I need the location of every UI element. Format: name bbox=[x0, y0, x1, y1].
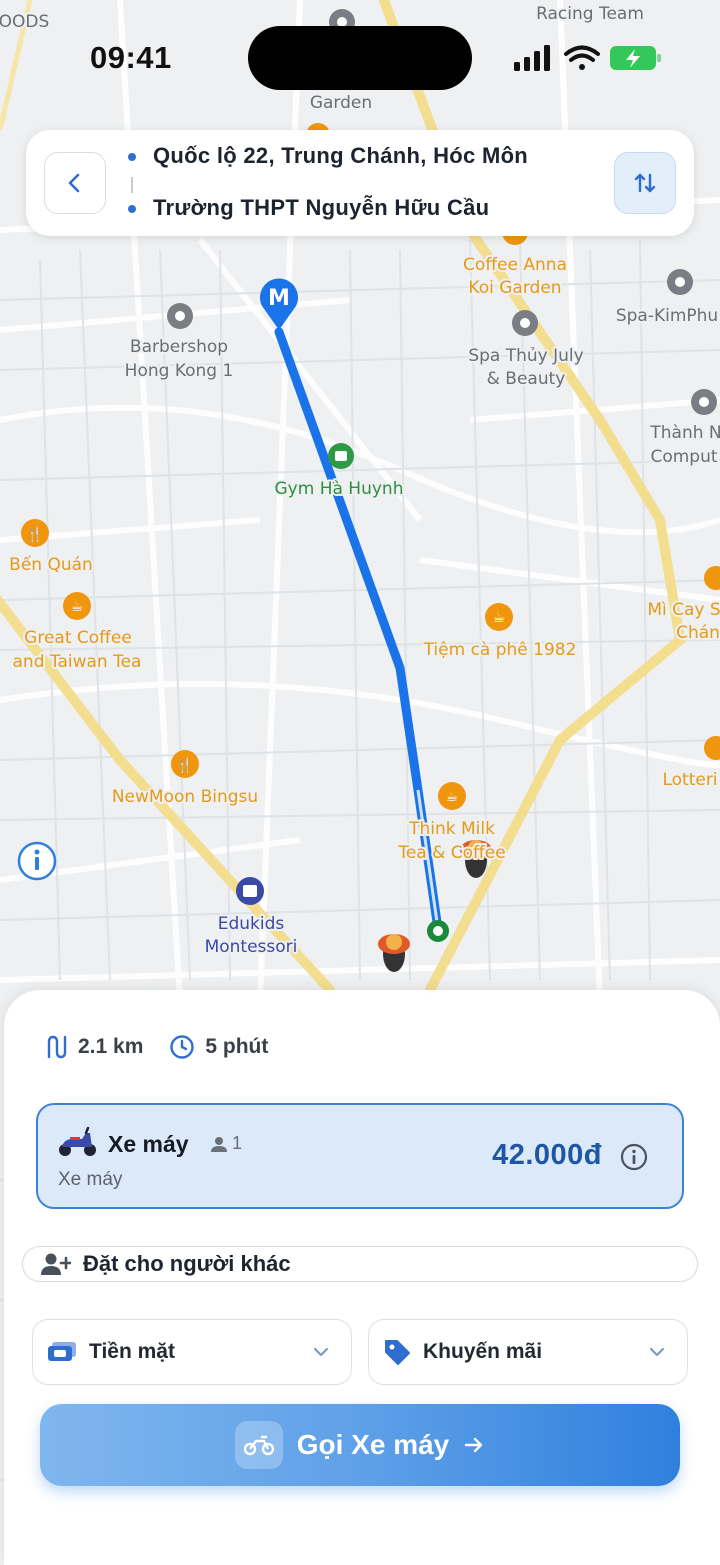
tag-icon bbox=[385, 1340, 410, 1365]
map-label: Mì Cay S bbox=[647, 600, 720, 620]
map-label: OODS bbox=[0, 12, 49, 32]
map-label: Garden bbox=[310, 93, 372, 113]
map-label: Spa-KimPhu bbox=[616, 306, 718, 326]
vehicle-price: 42.000đ bbox=[492, 1139, 602, 1171]
map-label: Koi Garden bbox=[468, 278, 561, 298]
map-label: and Taiwan Tea bbox=[13, 652, 142, 672]
scooter-icon bbox=[59, 1126, 96, 1156]
seat-count: 1 bbox=[232, 1133, 243, 1153]
map-label: Thành N bbox=[649, 423, 720, 443]
book-for-other-label: Đặt cho người khác bbox=[83, 1251, 291, 1276]
svg-text:🍴: 🍴 bbox=[26, 526, 43, 543]
status-time: 09:41 bbox=[90, 40, 172, 75]
route-connector bbox=[131, 177, 133, 193]
vehicle-name: Xe máy bbox=[108, 1131, 189, 1157]
trip-stats: 2.1 km 5 phút bbox=[44, 1032, 294, 1062]
map-label: Barbershop bbox=[130, 337, 228, 357]
destination-marker[interactable] bbox=[427, 920, 449, 942]
swap-route-button[interactable] bbox=[614, 152, 676, 214]
add-person-icon bbox=[41, 1253, 71, 1275]
signal-icon bbox=[514, 45, 550, 71]
promotion-select[interactable]: Khuyến mãi bbox=[368, 1319, 688, 1385]
clock-icon bbox=[170, 1035, 195, 1059]
book-for-other-button[interactable]: Đặt cho người khác bbox=[22, 1246, 698, 1282]
map-label: Think Milk bbox=[408, 819, 495, 839]
chevron-down-icon bbox=[313, 1347, 329, 1357]
map-label: Hong Kong 1 bbox=[125, 361, 234, 381]
map-label: Racing Team bbox=[536, 4, 644, 24]
route-distance-icon bbox=[47, 1035, 67, 1059]
svg-text:☕: ☕ bbox=[71, 599, 84, 615]
motorbike-icon bbox=[234, 1421, 283, 1469]
battery-charging-icon bbox=[610, 46, 661, 70]
swap-arrows-icon bbox=[634, 173, 656, 193]
promotion-label: Khuyến mãi bbox=[423, 1340, 543, 1363]
app-screen: M 🍴 🍴 ☕ ☕ ☕ OODS Racing Team Garden Coff… bbox=[0, 0, 720, 1565]
origin-dot bbox=[128, 153, 136, 161]
map-label: Chán bbox=[676, 623, 720, 643]
destination-dot bbox=[128, 205, 136, 213]
vehicle-subtitle: Xe máy bbox=[58, 1169, 123, 1190]
destination-address[interactable]: Trường THPT Nguyễn Hữu Cầu bbox=[153, 195, 489, 221]
wifi-icon bbox=[564, 45, 600, 70]
payment-method-label: Tiền mặt bbox=[89, 1340, 175, 1363]
svg-text:☕: ☕ bbox=[493, 610, 506, 626]
map-label: & Beauty bbox=[487, 369, 566, 389]
svg-text:☕: ☕ bbox=[446, 789, 459, 805]
book-ride-button[interactable]: Gọi Xe máy bbox=[40, 1404, 680, 1486]
trip-duration: 5 phút bbox=[205, 1035, 269, 1058]
chevron-down-icon bbox=[649, 1347, 665, 1357]
svg-text:M: M bbox=[268, 286, 290, 311]
map-label: Spa Thủy July bbox=[468, 346, 583, 366]
price-info-icon[interactable] bbox=[620, 1143, 648, 1171]
arrow-right-icon bbox=[465, 1437, 483, 1453]
map-label: Coffee Anna bbox=[463, 255, 567, 275]
map-info-icon[interactable] bbox=[17, 841, 57, 881]
route-card: Quốc lộ 22, Trung Chánh, Hóc Môn Trường … bbox=[26, 130, 694, 236]
map-label: Montessori bbox=[205, 937, 298, 957]
map-label: Bến Quán bbox=[9, 554, 93, 575]
map-label: Comput bbox=[650, 447, 717, 467]
vehicle-option-card[interactable]: Xe máy 1 Xe máy 42.000đ bbox=[36, 1103, 684, 1209]
back-button[interactable] bbox=[44, 152, 106, 214]
map-label: Tea & Coffee bbox=[397, 843, 505, 863]
map-label: Gym Hà Huynh bbox=[275, 479, 404, 499]
person-icon bbox=[211, 1136, 227, 1152]
map-label: Tiệm cà phê 1982 bbox=[423, 640, 577, 660]
cash-icon bbox=[48, 1342, 76, 1361]
status-icons bbox=[514, 45, 661, 71]
chevron-left-icon bbox=[68, 173, 80, 193]
dynamic-island bbox=[248, 26, 472, 90]
map-label: Lotteri bbox=[662, 770, 717, 790]
book-ride-label: Gọi Xe máy bbox=[296, 1429, 450, 1460]
origin-address[interactable]: Quốc lộ 22, Trung Chánh, Hóc Môn bbox=[153, 143, 528, 169]
payment-method-select[interactable]: Tiền mặt bbox=[32, 1319, 352, 1385]
map-label: Edukids bbox=[218, 914, 285, 934]
map-label: Great Coffee bbox=[24, 628, 132, 648]
vehicle-seats: 1 bbox=[210, 1133, 242, 1154]
svg-text:🍴: 🍴 bbox=[176, 757, 193, 774]
map-label: NewMoon Bingsu bbox=[112, 787, 258, 807]
trip-distance: 2.1 km bbox=[78, 1035, 144, 1058]
